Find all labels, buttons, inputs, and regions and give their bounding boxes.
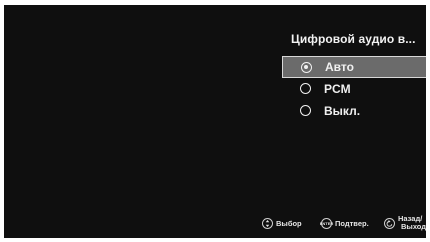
option-off[interactable]: Выкл. (282, 100, 426, 121)
enter-icon-text: ENTER (319, 220, 334, 226)
exit-label: Выход (401, 222, 426, 231)
radio-selected-icon (301, 61, 312, 73)
option-label: PCM (324, 81, 351, 96)
option-pcm[interactable]: PCM (282, 78, 426, 99)
option-label: Авто (325, 60, 354, 74)
option-label: Выкл. (324, 103, 361, 118)
option-auto[interactable]: Авто (282, 56, 426, 78)
tv-screen: Цифровой аудио в... Авто PCM Выкл. Выбор… (4, 5, 426, 238)
footer-hints: Выбор ENTER Подтвер. Назад/ Выход (4, 215, 426, 238)
confirm-hint: ENTER Подтвер. (319, 218, 369, 229)
back-exit-label: Назад/ Выход (398, 215, 426, 231)
radio-icon (300, 83, 311, 94)
back-hint: Назад/ Выход (384, 215, 426, 231)
radio-icon (300, 105, 311, 116)
back-arrow-icon (384, 217, 395, 229)
select-label: Выбор (276, 219, 302, 228)
confirm-label: Подтвер. (335, 219, 369, 228)
menu-title: Цифровой аудио в... (291, 32, 416, 46)
enter-icon: ENTER (319, 218, 334, 229)
up-down-arrows-icon (262, 218, 273, 229)
select-hint: Выбор (262, 218, 302, 229)
